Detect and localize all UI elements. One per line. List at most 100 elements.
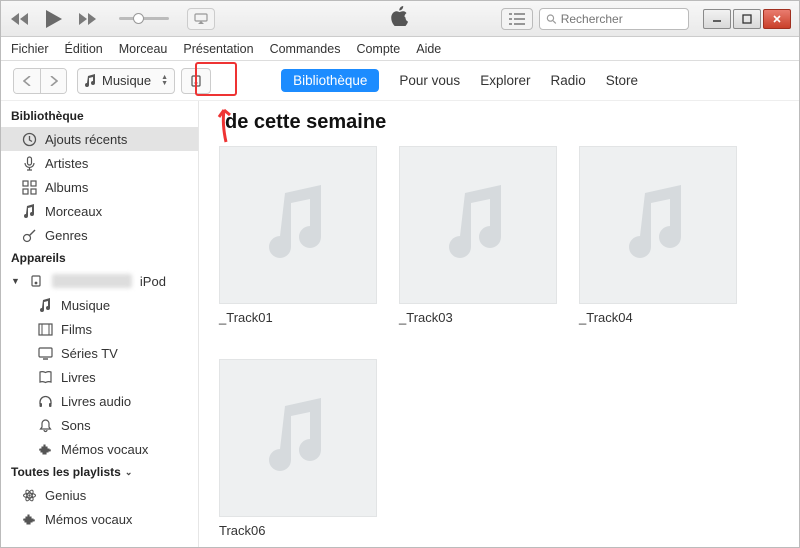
mic-icon xyxy=(21,155,37,171)
sidebar-item[interactable]: Ajouts récents xyxy=(1,127,198,151)
maximize-button[interactable] xyxy=(733,9,761,29)
sidebar-item-label: Musique xyxy=(61,298,110,313)
device-icon xyxy=(28,273,44,289)
sidebar-item-label: Ajouts récents xyxy=(45,132,127,147)
sidebar-item[interactable]: Genius xyxy=(1,483,198,507)
sidebar-item-label: Mémos vocaux xyxy=(61,442,148,457)
list-view-button[interactable] xyxy=(501,8,533,30)
chevron-down-icon: ⌄ xyxy=(125,467,133,478)
tab-explore[interactable]: Explorer xyxy=(480,73,530,88)
sidebar-item-label: Albums xyxy=(45,180,88,195)
main-content: de cette semaine _Track01 _Track03 _Track0… xyxy=(199,101,799,547)
sidebar-header-playlists[interactable]: Toutes les playlists ⌄ xyxy=(1,461,198,483)
tab-library[interactable]: Bibliothèque xyxy=(281,69,379,92)
window-controls xyxy=(703,9,791,29)
next-button[interactable] xyxy=(77,8,99,30)
menu-item[interactable]: Fichier xyxy=(11,42,49,56)
sidebar-item[interactable]: Genres xyxy=(1,223,198,247)
sidebar-item[interactable]: Artistes xyxy=(1,151,198,175)
bell-icon xyxy=(37,417,53,433)
guitar-icon xyxy=(21,227,37,243)
album-art-placeholder xyxy=(579,146,737,304)
back-button[interactable] xyxy=(14,69,40,93)
album-label: _Track03 xyxy=(399,310,557,325)
subbar: Musique ▲▼ Bibliothèque Pour vous Explor… xyxy=(1,61,799,101)
album-item[interactable]: _Track04 xyxy=(579,146,737,325)
sidebar-item[interactable]: Films xyxy=(1,317,198,341)
atom-icon xyxy=(21,487,37,503)
sidebar-item-label: Livres xyxy=(61,370,96,385)
media-type-label: Musique xyxy=(102,73,151,88)
album-label: Track06 xyxy=(219,523,377,538)
search-input[interactable] xyxy=(539,8,689,30)
menu-item[interactable]: Présentation xyxy=(183,42,253,56)
sidebar-item-label: Genius xyxy=(45,488,86,503)
sidebar-item-label: Artistes xyxy=(45,156,88,171)
menu-item[interactable]: Compte xyxy=(356,42,400,56)
sidebar-item[interactable]: Livres xyxy=(1,365,198,389)
menu-item[interactable]: Édition xyxy=(65,42,103,56)
prev-button[interactable] xyxy=(9,8,31,30)
sidebar-item[interactable]: Mémos vocaux xyxy=(1,437,198,461)
album-item[interactable]: Track06 xyxy=(219,359,377,538)
nav-buttons xyxy=(13,68,67,94)
menu-item[interactable]: Commandes xyxy=(270,42,341,56)
sidebar-device-row[interactable]: ▼ iPod xyxy=(1,269,198,293)
album-label: _Track01 xyxy=(219,310,377,325)
device-icon xyxy=(190,75,202,87)
clock-icon xyxy=(21,131,37,147)
search-icon xyxy=(546,13,557,25)
media-type-select[interactable]: Musique ▲▼ xyxy=(77,68,175,94)
device-name-redacted xyxy=(52,274,132,288)
tab-store[interactable]: Store xyxy=(606,73,638,88)
sidebar-item[interactable]: Séries TV xyxy=(1,341,198,365)
tv-icon xyxy=(37,345,53,361)
sidebar-item[interactable]: Musique xyxy=(1,293,198,317)
note-icon xyxy=(37,297,53,313)
menu-item[interactable]: Aide xyxy=(416,42,441,56)
wave-icon xyxy=(21,511,37,527)
sidebar-item-label: Morceaux xyxy=(45,204,102,219)
chevron-updown-icon: ▲▼ xyxy=(161,75,168,87)
tab-radio[interactable]: Radio xyxy=(550,73,585,88)
section-title: de cette semaine xyxy=(225,111,779,134)
sidebar-header-devices: Appareils xyxy=(1,247,198,269)
disclosure-triangle-icon[interactable]: ▼ xyxy=(11,276,20,286)
play-button[interactable] xyxy=(41,6,67,32)
sidebar-item-label: Films xyxy=(61,322,92,337)
tab-for-you[interactable]: Pour vous xyxy=(399,73,460,88)
close-button[interactable] xyxy=(763,9,791,29)
note-icon xyxy=(21,203,37,219)
device-button[interactable] xyxy=(181,68,211,94)
album-item[interactable]: _Track03 xyxy=(399,146,557,325)
sidebar-item-label: Sons xyxy=(61,418,91,433)
menubar: Fichier Édition Morceau Présentation Com… xyxy=(1,37,799,61)
album-label: _Track04 xyxy=(579,310,737,325)
sidebar-item[interactable]: Mémos vocaux xyxy=(1,507,198,531)
book-icon xyxy=(37,369,53,385)
device-name-suffix: iPod xyxy=(140,274,166,289)
titlebar xyxy=(1,1,799,37)
album-art-placeholder xyxy=(219,146,377,304)
sidebar-item[interactable]: Albums xyxy=(1,175,198,199)
airplay-button[interactable] xyxy=(187,8,215,30)
wave-icon xyxy=(37,441,53,457)
album-art-placeholder xyxy=(399,146,557,304)
playback-controls xyxy=(9,6,215,32)
album-item[interactable]: _Track01 xyxy=(219,146,377,325)
music-icon xyxy=(84,74,96,88)
sidebar-item-label: Séries TV xyxy=(61,346,118,361)
volume-slider[interactable] xyxy=(119,17,169,20)
nav-tabs: Bibliothèque Pour vous Explorer Radio St… xyxy=(281,69,638,92)
menu-item[interactable]: Morceau xyxy=(119,42,168,56)
headphones-icon xyxy=(37,393,53,409)
sidebar-item[interactable]: Livres audio xyxy=(1,389,198,413)
annotation-arrow-icon xyxy=(216,104,236,144)
sidebar-item[interactable]: Sons xyxy=(1,413,198,437)
sidebar-item[interactable]: Morceaux xyxy=(1,199,198,223)
forward-button[interactable] xyxy=(40,69,66,93)
minimize-button[interactable] xyxy=(703,9,731,29)
sidebar-header-library: Bibliothèque xyxy=(1,105,198,127)
apple-logo-icon xyxy=(391,6,409,31)
film-icon xyxy=(37,321,53,337)
